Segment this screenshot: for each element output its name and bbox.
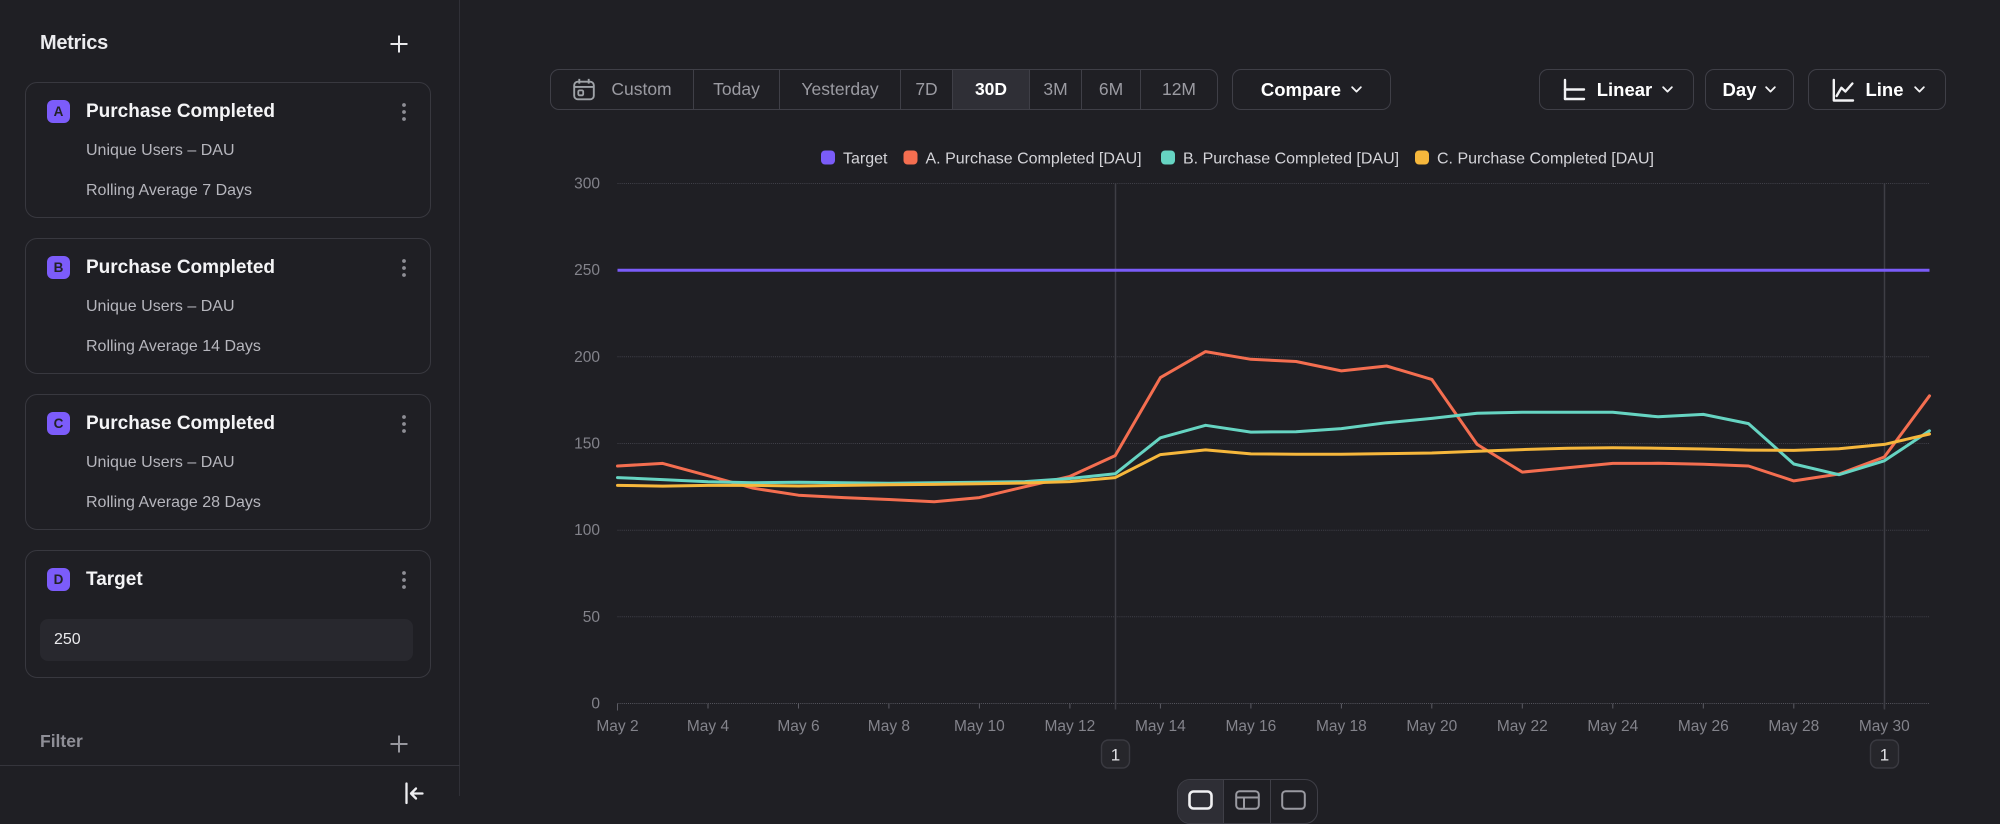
svg-text:May 14: May 14 [1135,718,1186,735]
svg-text:May 10: May 10 [954,718,1005,735]
svg-text:B. Purchase Completed [DAU]: B. Purchase Completed [DAU] [1183,151,1399,168]
svg-text:May 2: May 2 [596,718,638,735]
svg-text:May 26: May 26 [1678,718,1729,735]
svg-text:0: 0 [591,696,600,713]
svg-text:1: 1 [1880,746,1889,765]
svg-text:100: 100 [574,522,600,539]
svg-text:300: 300 [574,176,600,193]
svg-text:May 8: May 8 [868,718,910,735]
svg-text:150: 150 [574,436,600,453]
svg-text:May 18: May 18 [1316,718,1367,735]
svg-text:1: 1 [1111,746,1120,765]
svg-text:May 28: May 28 [1768,718,1819,735]
svg-text:May 12: May 12 [1044,718,1095,735]
svg-text:May 22: May 22 [1497,718,1548,735]
svg-text:50: 50 [583,609,601,626]
svg-text:May 16: May 16 [1225,718,1276,735]
svg-text:250: 250 [574,262,600,279]
svg-text:Target: Target [843,151,888,168]
svg-text:A. Purchase Completed [DAU]: A. Purchase Completed [DAU] [926,151,1142,168]
svg-text:C. Purchase Completed [DAU]: C. Purchase Completed [DAU] [1437,151,1654,168]
svg-text:May 4: May 4 [687,718,730,735]
svg-text:May 30: May 30 [1859,718,1910,735]
svg-text:May 24: May 24 [1587,718,1638,735]
svg-text:May 6: May 6 [777,718,819,735]
svg-text:200: 200 [574,349,600,366]
svg-text:May 20: May 20 [1406,718,1457,735]
